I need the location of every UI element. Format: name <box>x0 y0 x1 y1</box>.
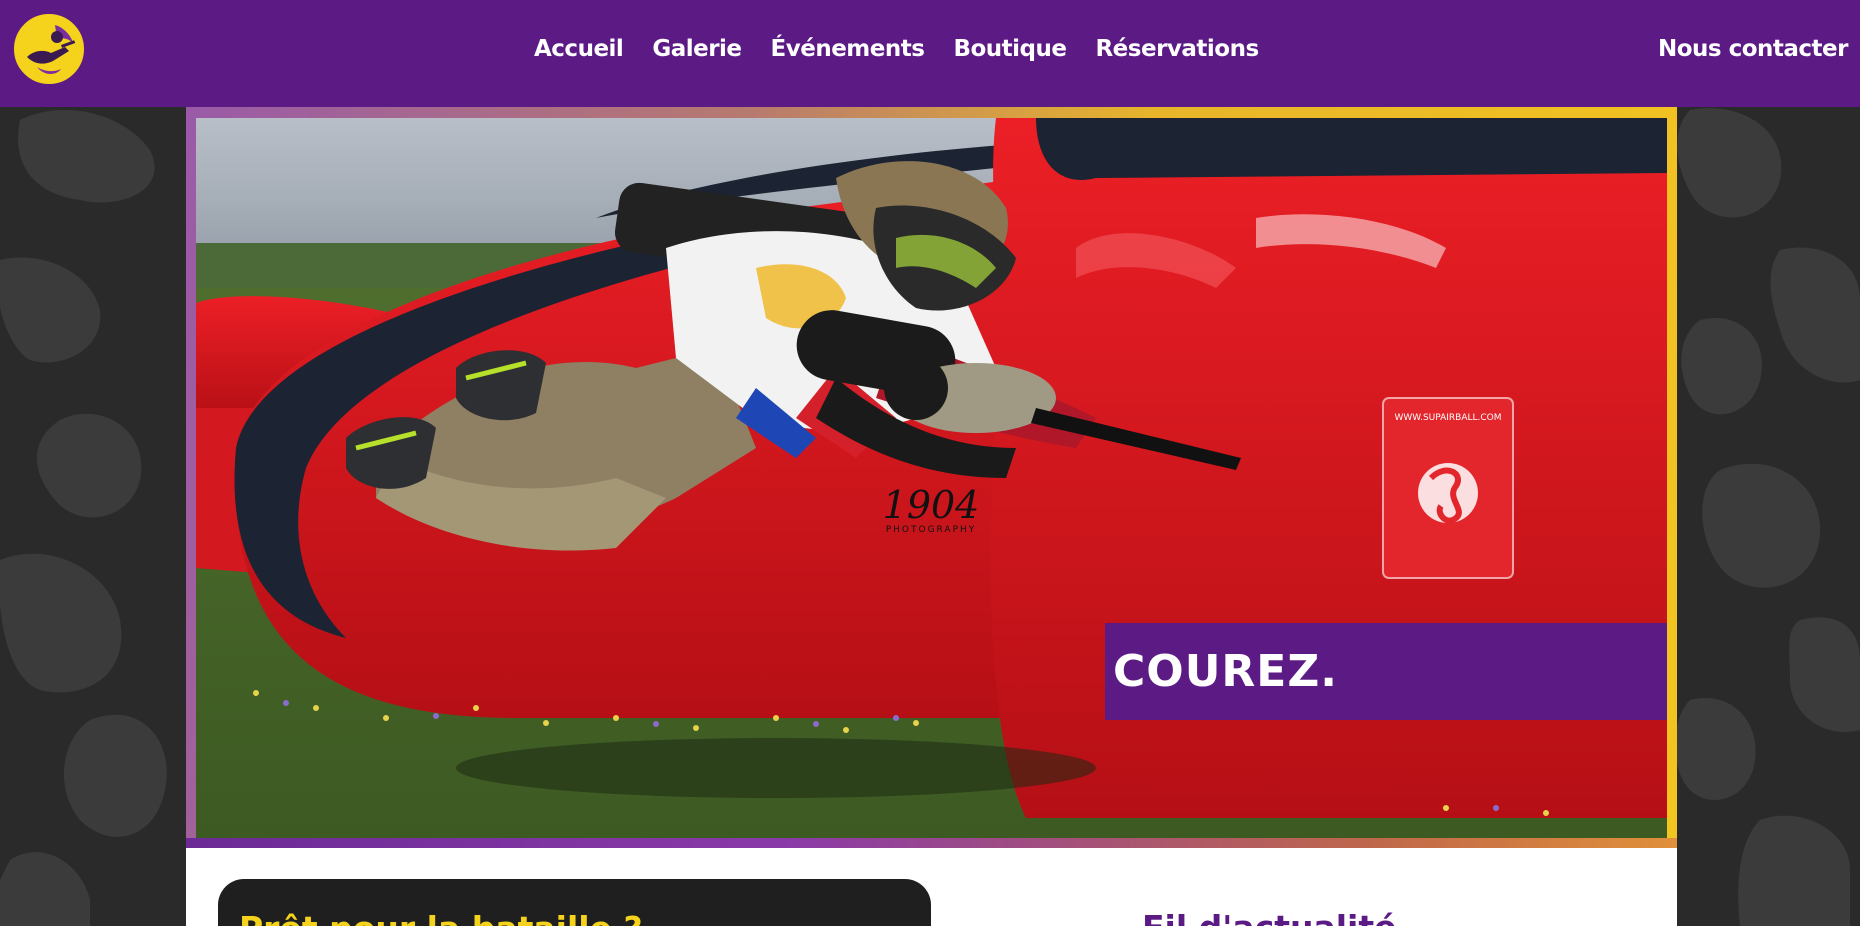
hero-image: WWW.SUPAIRBALL.COM 1904 PHOTOGRAPHY COUR… <box>196 118 1667 838</box>
main-content: Prêt pour la bataille ? Fil d'actualité <box>186 848 1677 926</box>
battle-card: Prêt pour la bataille ? <box>218 879 931 926</box>
news-feed-title: Fil d'actualité <box>1142 908 1397 926</box>
paintball-player-logo-icon <box>17 17 81 81</box>
photo-watermark-subtitle: PHOTOGRAPHY <box>886 525 977 535</box>
site-logo[interactable] <box>14 14 84 84</box>
top-navbar: Accueil Galerie Événements Boutique Rése… <box>0 0 1860 107</box>
nav-link-accueil[interactable]: Accueil <box>534 36 624 62</box>
hero-caption: COUREZ. <box>1105 623 1667 720</box>
nav-link-contact[interactable]: Nous contacter <box>1658 36 1849 62</box>
bunker-sign-text: WWW.SUPAIRBALL.COM <box>1394 413 1501 423</box>
hero-banner: WWW.SUPAIRBALL.COM 1904 PHOTOGRAPHY COUR… <box>186 107 1677 848</box>
main-nav: Accueil Galerie Événements Boutique Rése… <box>534 36 1288 62</box>
battle-title: Prêt pour la bataille ? <box>239 909 643 926</box>
hero-caption-text: COUREZ. <box>1113 646 1338 697</box>
photo-watermark: 1904 <box>883 483 980 527</box>
nav-link-galerie[interactable]: Galerie <box>652 36 742 62</box>
nav-link-boutique[interactable]: Boutique <box>953 36 1067 62</box>
nav-link-reservations[interactable]: Réservations <box>1095 36 1259 62</box>
paintball-player-diving-illustration: WWW.SUPAIRBALL.COM 1904 PHOTOGRAPHY <box>196 118 1667 838</box>
nav-link-evenements[interactable]: Événements <box>771 36 925 62</box>
